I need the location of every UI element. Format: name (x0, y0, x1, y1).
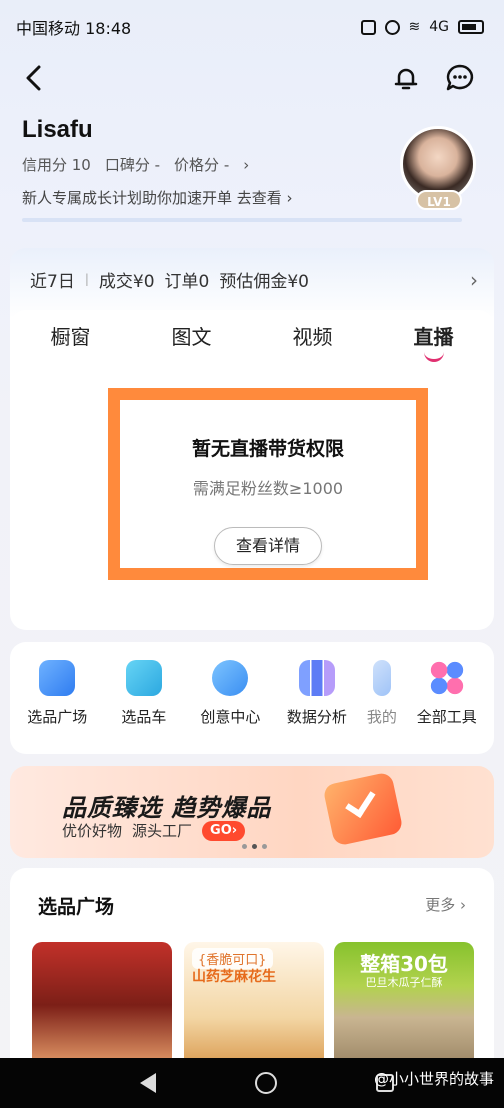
reputation-score: 口碑分 - (104, 156, 161, 174)
tool-label: 全部工具 (416, 708, 477, 726)
cart-icon (125, 660, 162, 696)
empty-state-box: 暂无直播带货权限 需满足粉丝数≥1000 查看详情 (108, 388, 428, 580)
tools-card: 选品广场 选品车 创意中心 数据分析 我的 全部工具 (10, 642, 494, 754)
status-bar: 中国移动 18:48 ≋ 4G (0, 0, 504, 54)
banner-sub-2: 源头工厂 (132, 822, 193, 840)
grid-icon (428, 660, 465, 696)
product-title: 整箱30包 (360, 952, 448, 976)
tool-creative-center[interactable]: 创意中心 (187, 660, 274, 754)
price-score: 价格分 - (174, 156, 230, 174)
credit-score: 信用分 10 (22, 156, 91, 174)
level-badge: LV1 (416, 190, 462, 210)
stats-card: 近7日 | 成交¥0 订单0 预估佣金¥0 › 橱窗 图文 视频 直播 暂无直播… (10, 248, 494, 630)
message-button[interactable] (442, 60, 478, 96)
chart-icon (298, 660, 335, 696)
watermark: @小小世界的故事 (373, 1070, 494, 1088)
carousel-dots (242, 844, 267, 849)
nav-back-icon[interactable] (139, 1073, 156, 1093)
product-name: 山药芝麻花生 (192, 969, 276, 985)
carousel-dot (252, 844, 257, 849)
back-button[interactable] (16, 60, 52, 96)
checkmark-shield-icon (322, 771, 404, 847)
selection-plaza-card: 选品广场 更多 › {香脆可口} 山药芝麻花生 整箱30包 巴旦木瓜子仁酥 (10, 868, 494, 1068)
tab-showcase[interactable]: 橱窗 (10, 310, 131, 366)
top-bar (0, 56, 504, 102)
promo-banner[interactable]: 品质臻选 趋势爆品 优价好物 源头工厂 GO› (10, 766, 494, 858)
avatar-area[interactable]: LV1 (400, 126, 478, 212)
product-card[interactable]: {香脆可口} 山药芝麻花生 (184, 942, 324, 1068)
divider (22, 218, 462, 222)
go-button[interactable]: GO› (202, 820, 246, 841)
divider: | (84, 272, 89, 286)
tool-label: 数据分析 (286, 708, 347, 726)
stats-period: 近7日 (30, 271, 75, 292)
tool-label: 选品广场 (27, 708, 88, 726)
tool-data-analysis[interactable]: 数据分析 (274, 660, 361, 754)
more-link[interactable]: 更多 › (425, 894, 466, 915)
chat-icon (446, 64, 474, 91)
tab-video[interactable]: 视频 (252, 310, 373, 366)
tab-graphic[interactable]: 图文 (131, 310, 252, 366)
shopping-bag-icon (39, 660, 76, 696)
carousel-dot (262, 844, 267, 849)
tool-label: 选品车 (121, 708, 167, 726)
notification-button[interactable] (388, 60, 424, 96)
stats-commission: 预估佣金¥0 (219, 271, 309, 292)
view-details-button[interactable]: 查看详情 (214, 527, 322, 565)
stats-deals: 成交¥0 (98, 271, 155, 292)
stats-orders: 订单0 (164, 271, 210, 292)
network-label: 4G (429, 19, 449, 35)
user-icon (372, 660, 391, 696)
status-icons: ≋ 4G (360, 19, 484, 35)
alarm-icon (384, 19, 400, 35)
banner-title: 品质臻选 趋势爆品 (62, 794, 272, 822)
carousel-dot (242, 844, 247, 849)
bulb-icon (212, 660, 249, 696)
empty-subtitle: 需满足粉丝数≥1000 (192, 479, 344, 498)
wifi-icon: ≋ (408, 19, 421, 35)
nav-home-icon[interactable] (254, 1072, 277, 1094)
banner-subtitle: 优价好物 源头工厂 GO› (62, 820, 246, 841)
section-title: 选品广场 (38, 896, 115, 918)
stats-row[interactable]: 近7日 | 成交¥0 订单0 预估佣金¥0 (10, 248, 494, 310)
product-subtitle: 巴旦木瓜子仁酥 (365, 976, 443, 989)
nfc-icon (360, 19, 376, 35)
battery-icon (458, 20, 484, 34)
tool-label: 创意中心 (200, 708, 261, 726)
bell-icon (394, 68, 418, 90)
product-card[interactable]: 整箱30包 巴旦木瓜子仁酥 (334, 942, 474, 1068)
tool-selection-plaza[interactable]: 选品广场 (14, 660, 101, 754)
empty-title: 暂无直播带货权限 (191, 438, 344, 460)
tool-selection-cart[interactable]: 选品车 (101, 660, 188, 754)
banner-sub-1: 优价好物 (62, 822, 123, 840)
tool-label: 我的 (366, 708, 397, 726)
tab-live[interactable]: 直播 (373, 310, 494, 366)
chevron-right-icon[interactable]: › (470, 268, 478, 292)
content-tabs: 橱窗 图文 视频 直播 (10, 310, 494, 366)
tool-all-tools[interactable]: 全部工具 (403, 660, 490, 754)
carrier-time: 中国移动 18:48 (16, 19, 132, 38)
back-icon (26, 65, 41, 91)
tool-mine[interactable]: 我的 (360, 660, 403, 754)
product-card[interactable] (32, 942, 172, 1068)
chevron-right-icon: › (243, 155, 250, 174)
